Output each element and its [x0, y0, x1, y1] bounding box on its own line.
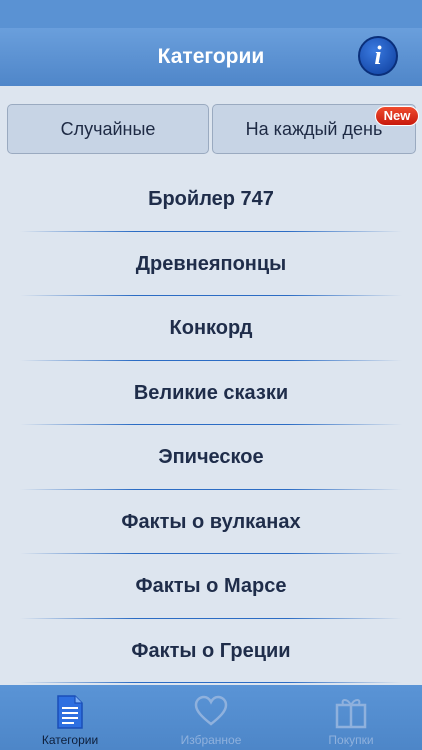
new-badge: New: [375, 106, 419, 126]
category-list: Бройлер 747 Древнеяпонцы Конкорд Великие…: [0, 167, 422, 683]
gift-icon: [335, 699, 367, 729]
tab-purchases[interactable]: Покупки: [281, 685, 421, 750]
category-item[interactable]: Великие сказки: [0, 361, 422, 426]
random-button[interactable]: Случайные: [7, 104, 209, 154]
category-item[interactable]: Древнеяпонцы: [0, 232, 422, 297]
navigation-bar: Категории i: [0, 28, 422, 86]
heart-icon: [194, 695, 228, 726]
category-item[interactable]: Факты о Греции: [0, 619, 422, 684]
info-icon: i: [374, 41, 382, 70]
category-item[interactable]: Эпическое: [0, 425, 422, 490]
category-item[interactable]: Факты о вулканах: [0, 490, 422, 555]
document-icon: [57, 695, 83, 729]
category-item[interactable]: Конкорд: [0, 296, 422, 361]
tab-categories[interactable]: Категории: [0, 685, 140, 750]
status-bar: [0, 0, 422, 28]
tab-favorites[interactable]: Избранное: [141, 685, 281, 750]
tab-label: Категории: [41, 733, 99, 747]
main-content: Случайные На каждый день New Бройлер 747…: [0, 86, 422, 685]
category-item[interactable]: Факты о Марсе: [0, 554, 422, 619]
category-item[interactable]: Бройлер 747: [0, 167, 422, 232]
info-button[interactable]: i: [358, 36, 398, 76]
tab-label: Покупки: [328, 733, 374, 747]
tab-label: Избранное: [180, 733, 242, 747]
tab-bar: Категории Избранное Покупки: [0, 685, 422, 750]
